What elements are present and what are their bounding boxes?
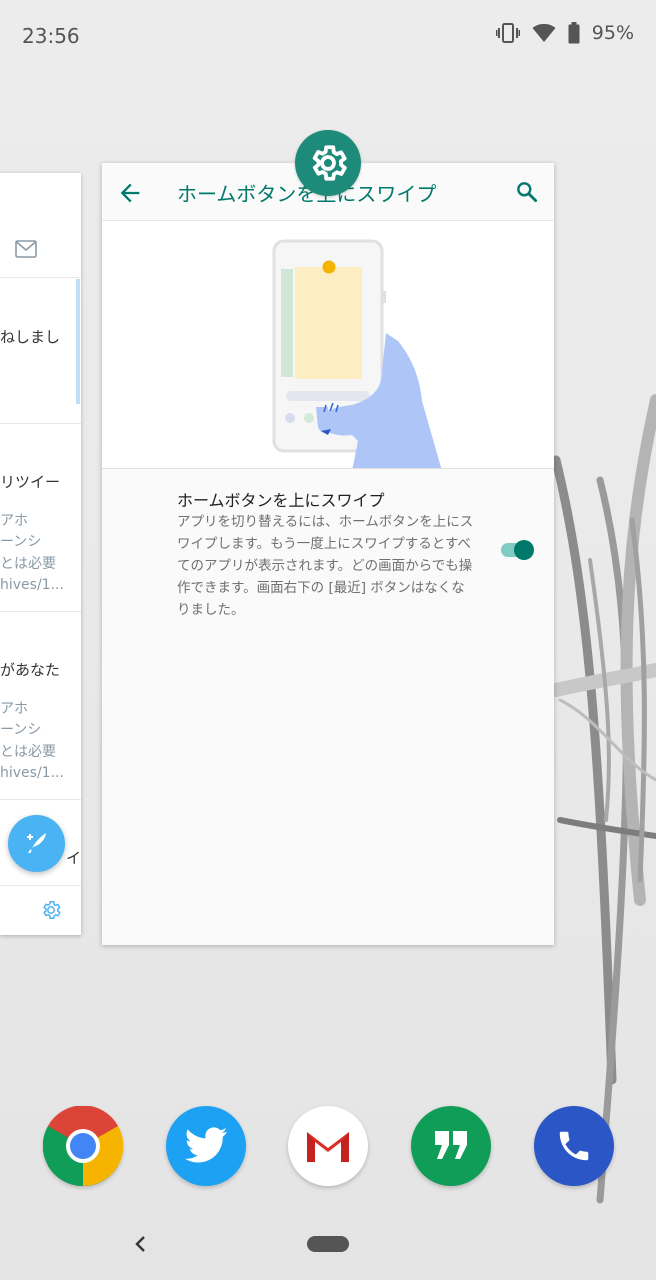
vibrate-icon xyxy=(495,22,520,44)
list-item-title: リツイー xyxy=(0,473,61,491)
swipe-up-preference[interactable]: ホームボタンを上にスワイプ アプリを切り替えるには、ホームボタンを上にスワイプし… xyxy=(102,469,554,619)
back-arrow-icon[interactable] xyxy=(116,179,144,207)
settings-app-icon[interactable] xyxy=(295,130,361,196)
phone-app-icon[interactable] xyxy=(534,1106,614,1186)
wifi-icon xyxy=(532,23,556,43)
swipe-up-toggle[interactable] xyxy=(500,538,534,560)
gesture-illustration xyxy=(102,221,554,469)
list-item[interactable]: があなた アホ ーンシ とは必要 hives/1... xyxy=(0,611,81,799)
status-time: 23:56 xyxy=(22,24,80,48)
search-icon[interactable] xyxy=(514,179,542,207)
status-icons: 95% xyxy=(495,22,634,44)
list-item-line: アホ xyxy=(0,701,28,717)
list-item-title: があなた xyxy=(0,661,61,679)
list-item[interactable]: ねしまし xyxy=(0,278,81,423)
list-item-line: とは必要 xyxy=(0,556,56,572)
list-item-line: アホ xyxy=(0,513,28,529)
nav-home-pill[interactable] xyxy=(307,1236,349,1252)
list-item-line: とは必要 xyxy=(0,744,56,760)
list-item[interactable]: リツイー アホ ーンシ とは必要 hives/1... xyxy=(0,423,81,611)
list-item-line: ーンシ xyxy=(0,722,42,738)
chrome-app-icon[interactable] xyxy=(43,1106,123,1186)
list-item-line: ーンシ xyxy=(0,534,42,550)
preference-title: ホームボタンを上にスワイプ xyxy=(177,491,385,510)
battery-icon xyxy=(568,22,580,44)
nav-back-icon[interactable] xyxy=(130,1232,152,1256)
mail-icon[interactable] xyxy=(15,240,37,262)
list-item-title: ねしまし xyxy=(0,328,61,346)
settings-icon[interactable] xyxy=(40,899,62,925)
recent-card-settings[interactable]: ホームボタンを上にスワイプ ホームボタンを上にスワイプ アプリを切り替えるには、… xyxy=(102,163,554,945)
list-item-line: hives/1... xyxy=(0,765,64,781)
list-item-line: hives/1... xyxy=(0,577,64,593)
list-item-title: イ xyxy=(66,849,81,867)
compose-button[interactable] xyxy=(8,815,65,872)
battery-percent: 95% xyxy=(591,22,634,44)
hangouts-app-icon[interactable] xyxy=(411,1106,491,1186)
compose-icon xyxy=(23,828,51,860)
gmail-app-icon[interactable] xyxy=(288,1106,368,1186)
preference-summary: アプリを切り替えるには、ホームボタンを上にスワイプします。もう一度上にスワイプす… xyxy=(177,514,474,618)
status-bar: 23:56 95% xyxy=(0,0,656,74)
twitter-app-icon[interactable] xyxy=(166,1106,246,1186)
